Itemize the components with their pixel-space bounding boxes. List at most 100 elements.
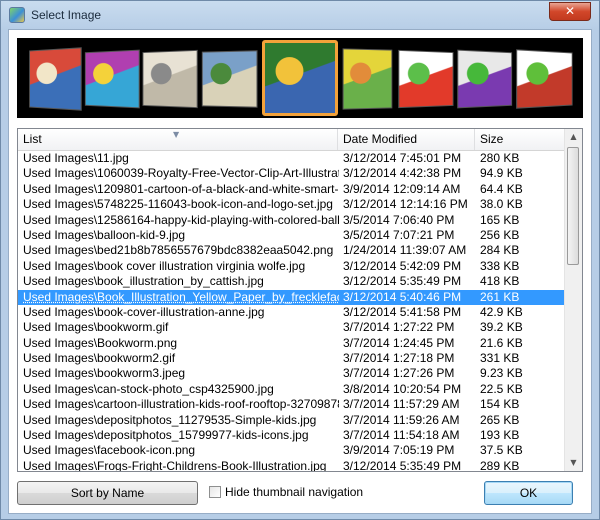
list-row[interactable]: Used Images\11.jpg 3/12/2014 7:45:01 PM 28… [18,151,566,166]
thumbnail-9[interactable] [516,49,573,109]
date-modified-cell: 3/12/2014 5:41:58 PM [343,304,462,319]
file-name-cell: Used Images\11.jpg [23,151,129,165]
scroll-down-icon[interactable]: ▼ [566,455,581,471]
thumbnail-3[interactable] [142,49,198,109]
size-cell: 256 KB [480,227,520,242]
size-cell: 22.5 KB [480,381,523,396]
file-name-cell: Used Images\cartoon-illustration-kids-ro… [23,397,339,412]
list-row[interactable]: Used Images\can-stock-photo_csp4325900.j… [18,382,566,397]
close-button[interactable]: ✕ [549,2,591,21]
list-row[interactable]: Used Images\bookworm2.gif 3/7/2014 1:27:1… [18,351,566,366]
column-header-size[interactable]: Size [475,129,566,150]
size-cell: 265 KB [480,412,520,427]
list-row[interactable]: Used Images\12586164-happy-kid-playing-w… [18,213,566,228]
date-modified-cell: 3/12/2014 5:35:49 PM [343,458,462,472]
list-row[interactable]: Used Images\Bookworm.png 3/7/2014 1:24:45… [18,336,566,351]
list-rows: Used Images\11.jpg 3/12/2014 7:45:01 PM 28… [18,151,566,472]
scroll-thumb[interactable] [567,147,579,265]
size-cell: 331 KB [480,351,520,366]
list-row[interactable]: Used Images\bookworm.gif 3/7/2014 1:27:22… [18,320,566,335]
thumbnail-1[interactable] [29,47,82,111]
size-cell: 261 KB [480,289,520,304]
thumbnail-carousel[interactable] [17,38,583,118]
file-list[interactable]: List ▼ Date Modified Size Used Images\11… [17,128,583,472]
size-cell: 21.6 KB [480,335,523,350]
file-name-cell: Used Images\book-cover-illustration-anne… [23,304,265,319]
size-cell: 280 KB [480,151,520,165]
list-row[interactable]: Used Images\facebook-icon.png 3/9/2014 7:… [18,443,566,458]
vertical-scrollbar[interactable]: ▲ ▼ [564,129,582,471]
list-row[interactable]: Used Images\Frogs-Fright-Childrens-Book-… [18,458,566,472]
list-header: List ▼ Date Modified Size [18,129,566,151]
date-modified-cell: 3/7/2014 1:24:45 PM [343,335,455,350]
size-cell: 64.4 KB [480,181,523,196]
date-modified-cell: 3/7/2014 1:27:22 PM [343,320,455,335]
size-cell: 284 KB [480,243,520,258]
size-cell: 94.9 KB [480,166,523,181]
size-cell: 338 KB [480,258,520,273]
select-image-dialog: Select Image ✕ List ▼ Date Modified Size… [0,0,600,520]
list-row[interactable]: Used Images\cartoon-illustration-kids-ro… [18,397,566,412]
ok-button[interactable]: OK [484,481,573,505]
file-name-cell: Used Images\book cover illustration virg… [23,258,306,273]
list-row[interactable]: Used Images\balloon-kid-9.jpg 3/5/2014 7:… [18,228,566,243]
hide-thumbnail-checkbox[interactable] [209,486,221,498]
date-modified-cell: 3/5/2014 7:07:21 PM [343,227,455,242]
date-modified-cell: 3/9/2014 7:05:19 PM [343,443,455,458]
thumbnail-7[interactable] [398,49,454,109]
column-header-date[interactable]: Date Modified [338,129,475,150]
list-row[interactable]: Used Images\depositphotos_15799977-kids-… [18,428,566,443]
thumbnail-5[interactable] [262,40,338,116]
sort-by-name-button[interactable]: Sort by Name [17,481,198,505]
file-name-cell: Used Images\Bookworm.png [23,335,178,350]
size-cell: 38.0 KB [480,197,523,212]
list-row[interactable]: Used Images\book_illustration_by_cattish… [18,274,566,289]
window-title: Select Image [31,8,102,22]
list-row[interactable]: Used Images\bed21b8b7856557679bdc8382eaa… [18,243,566,258]
list-row[interactable]: Used Images\book-cover-illustration-anne… [18,305,566,320]
list-row[interactable]: Used Images\Book_Illustration_Yellow_Pap… [18,289,566,305]
date-modified-cell: 3/7/2014 11:54:18 AM [343,428,460,443]
thumbnail-6[interactable] [342,48,393,110]
list-row[interactable]: Used Images\5748225-116043-book-icon-and… [18,197,566,212]
file-name-cell: Used Images\balloon-kid-9.jpg [23,227,186,242]
size-cell: 418 KB [480,274,520,289]
size-cell: 289 KB [480,458,520,472]
title-bar[interactable]: Select Image ✕ [1,1,599,29]
list-row[interactable]: Used Images\book cover illustration virg… [18,259,566,274]
file-name-cell: Used Images\bookworm2.gif [23,351,176,366]
date-modified-cell: 3/12/2014 4:42:38 PM [343,166,462,181]
size-cell: 165 KB [480,212,520,227]
file-name-cell: Used Images\Frogs-Fright-Childrens-Book-… [23,458,327,472]
date-modified-cell: 3/7/2014 11:57:29 AM [343,397,460,412]
list-row[interactable]: Used Images\bookworm3.jpeg 3/7/2014 1:27:… [18,366,566,381]
date-modified-cell: 3/7/2014 11:59:26 AM [343,412,460,427]
file-name-cell: Used Images\bookworm3.jpeg [23,366,186,381]
thumbnail-8[interactable] [457,49,513,109]
file-name-cell: Used Images\Book_Illustration_Yellow_Pap… [23,289,339,304]
thumbnail-2[interactable] [84,49,140,109]
list-row[interactable]: Used Images\1209801-cartoon-of-a-black-a… [18,182,566,197]
hide-thumbnail-label: Hide thumbnail navigation [225,485,364,499]
thumbnail-4[interactable] [201,50,258,108]
date-modified-cell: 3/12/2014 7:45:01 PM [343,151,462,165]
size-cell: 193 KB [480,428,520,443]
date-modified-cell: 1/24/2014 11:39:07 AM [343,243,467,258]
scroll-up-icon[interactable]: ▲ [566,129,581,145]
file-name-cell: Used Images\bookworm.gif [23,320,169,335]
file-name-cell: Used Images\bed21b8b7856557679bdc8382eaa… [23,243,334,258]
size-cell: 37.5 KB [480,443,523,458]
list-row[interactable]: Used Images\1060039-Royalty-Free-Vector-… [18,166,566,181]
file-name-cell: Used Images\1060039-Royalty-Free-Vector-… [23,166,339,181]
date-modified-cell: 3/12/2014 5:40:46 PM [343,289,462,304]
size-cell: 154 KB [480,397,520,412]
image-app-icon [9,7,25,23]
date-modified-cell: 3/9/2014 12:09:14 AM [343,181,461,196]
file-name-cell: Used Images\depositphotos_11279535-Simpl… [23,412,317,427]
date-modified-cell: 3/7/2014 1:27:26 PM [343,366,455,381]
list-row[interactable]: Used Images\depositphotos_11279535-Simpl… [18,413,566,428]
date-modified-cell: 3/12/2014 5:35:49 PM [343,274,462,289]
file-name-cell: Used Images\depositphotos_15799977-kids-… [23,428,309,443]
file-name-cell: Used Images\facebook-icon.png [23,443,196,458]
file-name-cell: Used Images\1209801-cartoon-of-a-black-a… [23,181,339,196]
